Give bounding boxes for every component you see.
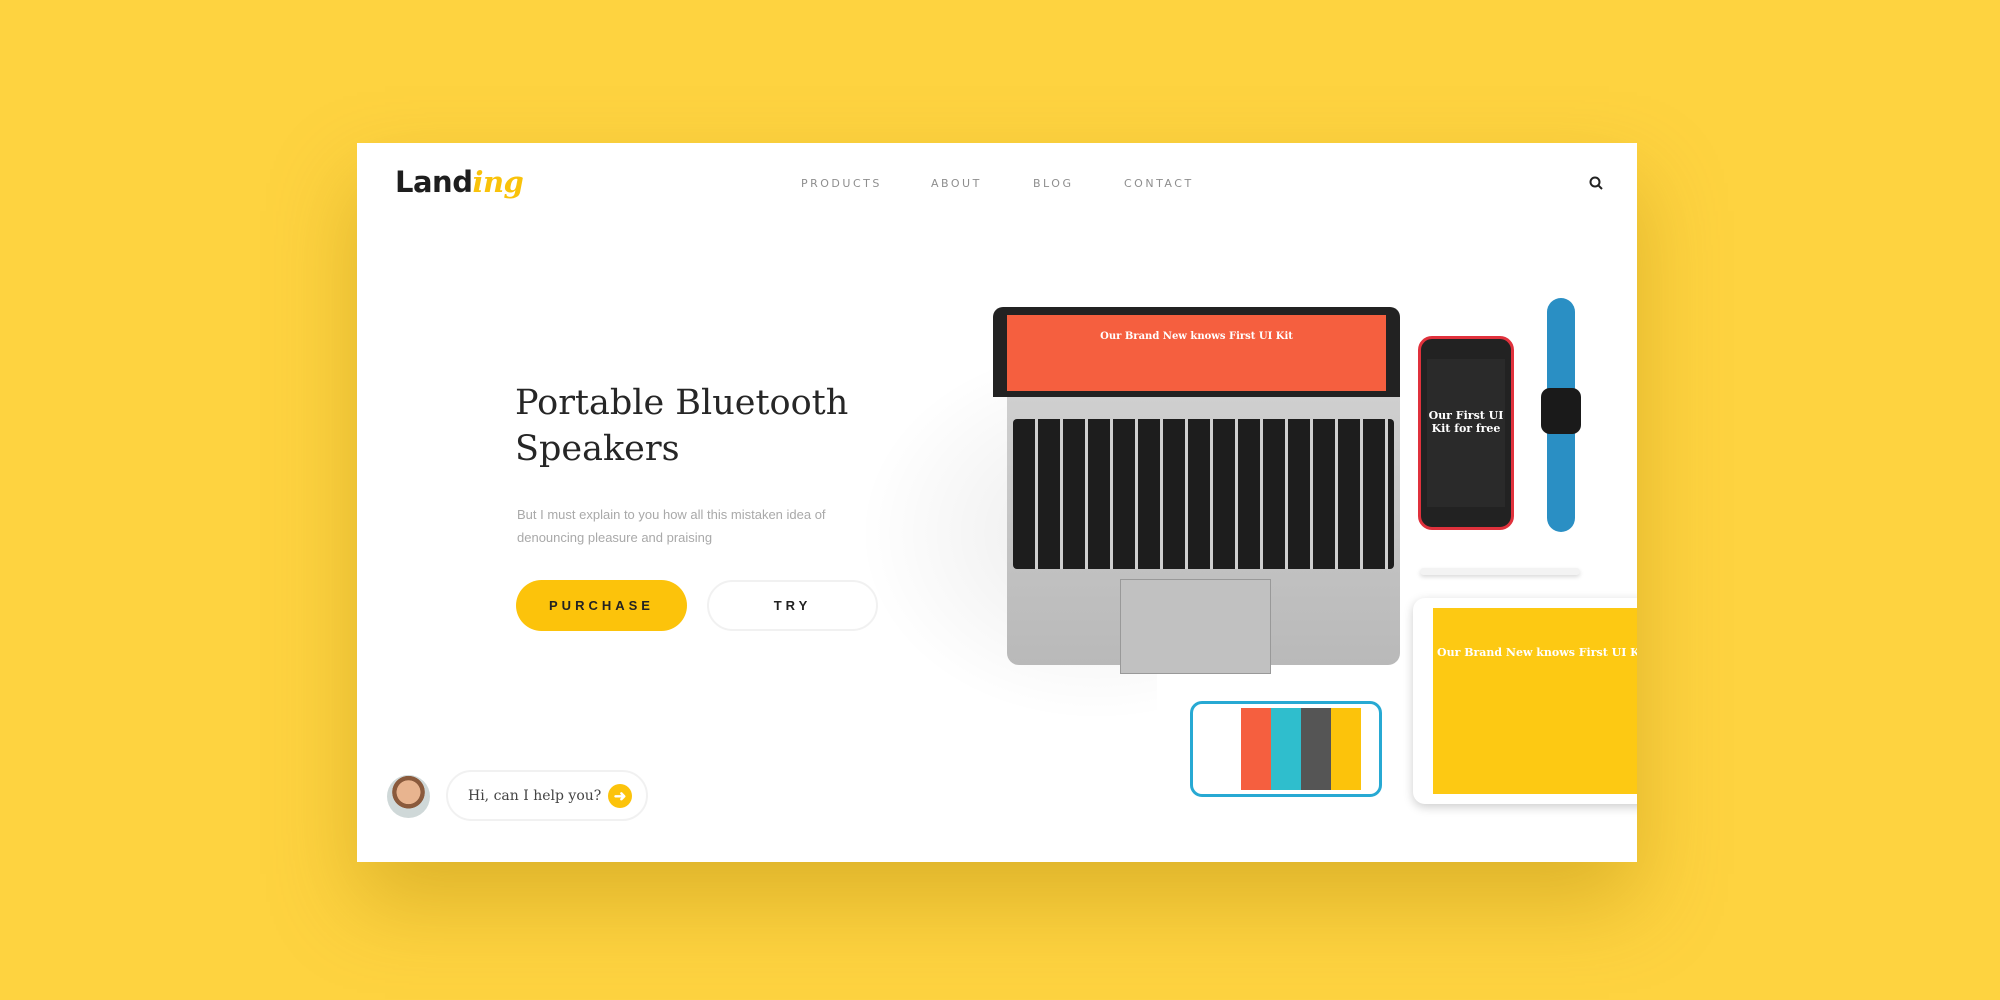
landscape-phone-mockup (1190, 701, 1382, 797)
nav-blog[interactable]: BLOG (1033, 177, 1073, 190)
pencil-mockup (1420, 568, 1580, 575)
hero-title-line1: Portable Bluetooth (515, 383, 849, 423)
nav-contact[interactable]: CONTACT (1124, 177, 1194, 190)
phone-screen-title: Our First UI Kit for free (1427, 359, 1505, 507)
landing-page-card: Landing PRODUCTS ABOUT BLOG CONTACT Port… (357, 143, 1637, 862)
hero-description: But I must explain to you how all this m… (517, 507, 826, 545)
hero-title: Portable Bluetooth Speakers (515, 380, 915, 472)
search-icon[interactable] (1589, 176, 1603, 190)
tablet-mockup: Our Brand New knows First UI Kit (1413, 598, 1637, 804)
phone-mockup: Our First UI Kit for free (1418, 336, 1514, 530)
try-button[interactable]: TRY (707, 580, 878, 631)
purchase-button[interactable]: PURCHASE (516, 580, 687, 631)
watch-mockup (1541, 298, 1581, 532)
nav-about[interactable]: ABOUT (931, 177, 982, 190)
watch-face (1541, 388, 1581, 434)
logo-main: Land (395, 165, 473, 199)
logo-accent: ing (472, 165, 524, 199)
landscape-phone-screen (1211, 708, 1361, 790)
chat-message: Hi, can I help you? (468, 787, 602, 804)
logo[interactable]: Landing (395, 165, 524, 199)
hero-title-line2: Speakers (515, 429, 680, 469)
laptop-screen: Our Brand New knows First UI Kit (993, 307, 1400, 397)
chat-bubble[interactable]: Hi, can I help you? ➜ (446, 770, 648, 821)
laptop-screen-title: Our Brand New knows First UI Kit (1007, 315, 1386, 391)
arrow-right-icon[interactable]: ➜ (608, 784, 632, 808)
trackpad (1120, 579, 1271, 674)
keyboard-keys (1013, 419, 1394, 569)
avatar[interactable] (387, 775, 430, 818)
tablet-screen-title: Our Brand New knows First UI Kit (1433, 608, 1637, 794)
laptop-keyboard (1007, 397, 1400, 674)
nav-products[interactable]: PRODUCTS (801, 177, 882, 190)
